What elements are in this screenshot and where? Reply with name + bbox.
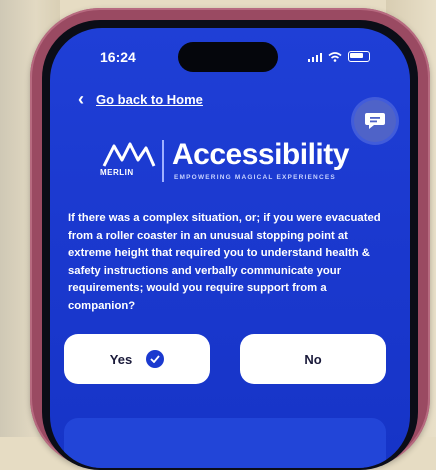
check-circle-icon [146, 350, 165, 368]
merlin-logo-icon [102, 142, 156, 167]
status-icons [308, 51, 370, 62]
chat-button[interactable] [354, 100, 396, 142]
no-button[interactable]: No [240, 334, 386, 384]
next-card [64, 418, 386, 468]
back-label: Go back to Home [96, 91, 203, 107]
signal-icon [308, 52, 322, 62]
phone-screen: 16:24 ‹ Go back to Home MERLIN Accessibi… [50, 28, 410, 468]
chat-bubble-icon [365, 113, 385, 129]
battery-icon [348, 51, 370, 62]
companion-question: If there was a complex situation, or; if… [68, 212, 381, 312]
back-link[interactable]: ‹ Go back to Home [78, 90, 203, 108]
logo-divider [162, 140, 164, 182]
yes-label: Yes [109, 351, 133, 367]
no-label: No [304, 351, 322, 367]
accessibility-logo: MERLIN Accessibility EMPOWERING MAGICAL … [100, 138, 400, 198]
logo-tagline: EMPOWERING MAGICAL EXPERIENCES [174, 174, 336, 181]
wifi-icon [328, 51, 342, 62]
merlin-brand: MERLIN [100, 168, 134, 177]
yes-button[interactable]: Yes [64, 334, 210, 384]
chevron-left-icon: ‹ [78, 89, 84, 109]
status-time: 16:24 [100, 49, 136, 65]
logo-title: Accessibility [172, 138, 349, 171]
dynamic-island [178, 42, 278, 72]
